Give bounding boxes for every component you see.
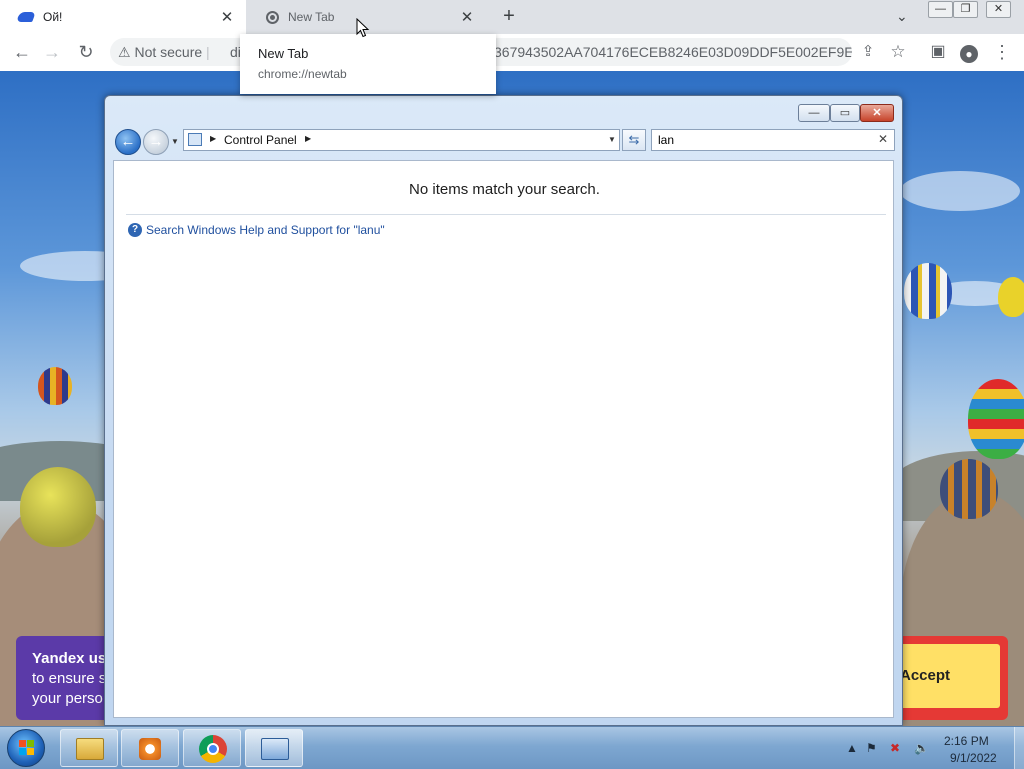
balloon-image [20, 467, 96, 547]
breadcrumb-arrow-icon[interactable]: ▶ [305, 134, 311, 143]
tab-yandex[interactable]: Ой! ✕ [0, 0, 246, 34]
start-button[interactable] [7, 729, 45, 767]
cookie-text: your perso [32, 690, 103, 707]
media-player-icon [139, 738, 161, 760]
divider [126, 214, 886, 215]
kebab-menu-icon[interactable]: ⋮ [990, 40, 1014, 64]
window-minimize-button[interactable]: — [798, 104, 830, 122]
clock-date[interactable]: 9/1/2022 [950, 751, 997, 765]
profile-icon[interactable]: ● [957, 40, 981, 64]
balloon-image [968, 379, 1024, 459]
clock-time[interactable]: 2:16 PM [944, 734, 989, 748]
tab-title: New Tab [288, 10, 335, 24]
taskbar-chrome[interactable] [183, 729, 241, 767]
folder-icon [76, 738, 104, 760]
balloon-image [998, 277, 1024, 317]
taskbar-media-player[interactable] [121, 729, 179, 767]
share-icon[interactable]: ⇪ [856, 40, 880, 64]
browser-restore-button[interactable]: ❐ [953, 1, 978, 18]
back-button[interactable]: ← [115, 129, 141, 155]
tab-search-chevron-icon[interactable]: ⌄ [896, 8, 908, 25]
forward-arrow-icon[interactable]: → [40, 40, 64, 64]
security-label: Not secure [134, 44, 203, 60]
forward-button[interactable]: → [143, 129, 169, 155]
help-link-text[interactable]: Search Windows Help and Support for "lan… [146, 223, 385, 237]
security-chip[interactable]: ⚠ Not secure | [118, 38, 210, 66]
tab-title: Ой! [43, 10, 63, 24]
network-error-icon[interactable]: ✖ [890, 741, 900, 755]
system-tray: ▲ ⚑ ✖ 🔈 2:16 PM 9/1/2022 [842, 727, 1024, 769]
help-search-link[interactable]: ? Search Windows Help and Support for "l… [128, 223, 385, 237]
warning-icon: ⚠ [118, 44, 131, 60]
accept-button-frame: Accept [890, 636, 1008, 720]
hover-card-url: chrome://newtab [258, 67, 347, 81]
new-tab-button[interactable]: + [498, 6, 520, 28]
taskbar-control-panel[interactable] [245, 729, 303, 767]
windows-taskbar: ▲ ⚑ ✖ 🔈 2:16 PM 9/1/2022 [0, 726, 1024, 769]
window-close-button[interactable]: ✕ [860, 104, 894, 122]
side-panel-icon[interactable]: ▣ [926, 40, 950, 64]
search-input[interactable] [658, 132, 868, 148]
address-bar[interactable]: ▶ Control Panel ▶ ▼ [183, 129, 620, 151]
help-question-icon: ? [128, 223, 142, 237]
cookie-text: Yandex us [32, 650, 107, 667]
control-panel-icon [188, 133, 202, 146]
browser-close-button[interactable]: ✕ [986, 1, 1011, 18]
breadcrumb-control-panel[interactable]: Control Panel [224, 133, 297, 147]
no-results-message: No items match your search. [409, 181, 600, 198]
browser-minimize-button[interactable]: — [928, 1, 953, 18]
tab-close-icon[interactable]: ✕ [456, 8, 478, 26]
breadcrumb-arrow-icon[interactable]: ▶ [210, 134, 216, 143]
chrome-icon [199, 735, 227, 763]
hover-card-title: New Tab [258, 46, 309, 61]
browser-tab-strip: Ой! ✕ New Tab ✕ + ⌄ — ❐ ✕ [0, 0, 1024, 34]
mouse-cursor-icon [356, 18, 370, 38]
recent-pages-dropdown-icon[interactable]: ▼ [171, 137, 179, 146]
balloon-image [38, 367, 72, 405]
chrome-icon [266, 10, 279, 24]
control-panel-window: — ▭ ✕ ← → ▼ ▶ Control Panel ▶ ▼ ⇆ ✕ No i… [104, 95, 903, 726]
yandex-icon [16, 12, 36, 22]
accept-cookies-button[interactable]: Accept [896, 644, 1000, 708]
control-panel-icon [261, 738, 289, 760]
address-dropdown-icon[interactable]: ▼ [608, 135, 616, 144]
search-box[interactable]: ✕ [651, 129, 895, 151]
volume-icon[interactable]: 🔈 [914, 741, 929, 755]
back-arrow-icon[interactable]: ← [10, 40, 34, 64]
url-text-tail: 367943502AA704176ECEB8246E03D09DDF5E002E… [494, 44, 852, 60]
tab-close-icon[interactable]: ✕ [216, 8, 238, 26]
balloon-image [904, 263, 952, 319]
windows-logo-icon [19, 740, 26, 747]
balloon-image [940, 459, 998, 519]
show-hidden-icons-icon[interactable]: ▲ [846, 741, 858, 755]
show-desktop-button[interactable] [1014, 727, 1024, 769]
window-maximize-button[interactable]: ▭ [830, 104, 860, 122]
results-pane: No items match your search. ? Search Win… [113, 160, 894, 718]
clear-search-icon[interactable]: ✕ [878, 132, 888, 146]
refresh-button[interactable]: ⇆ [622, 129, 646, 151]
cookie-text: to ensure s [32, 670, 107, 687]
star-icon[interactable]: ☆ [886, 40, 910, 64]
tab-hover-card: New Tab chrome://newtab [240, 34, 496, 94]
browser-toolbar: ← → ↻ ⚠ Not secure | di 367943502AA70417… [0, 34, 1024, 72]
reload-icon[interactable]: ↻ [74, 40, 98, 64]
taskbar-explorer[interactable] [60, 729, 118, 767]
action-center-flag-icon[interactable]: ⚑ [866, 741, 877, 755]
